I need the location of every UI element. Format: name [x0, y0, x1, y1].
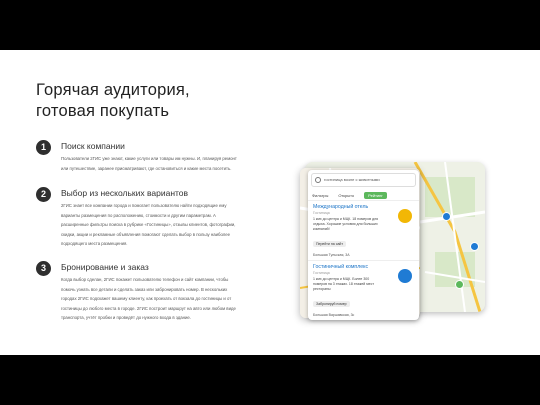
- item-address: Большая Варшавская, 3с: [313, 313, 355, 317]
- tab-rating[interactable]: Рейтинг: [364, 191, 387, 199]
- item-description: 1 кмх до центра и МЦК. 18 номеров для от…: [313, 217, 379, 231]
- map-pin-icon[interactable]: [442, 212, 451, 221]
- title-line-2: готовая покупать: [36, 102, 170, 120]
- step-text: Когда выбор сделан, 2ГИС покажет пользов…: [61, 277, 236, 321]
- book-room-button[interactable]: Забронируй номер: [313, 301, 350, 307]
- search-icon: [315, 177, 321, 183]
- list-item[interactable]: Гостиничный комплекс Гостиница 1 кмх до …: [308, 260, 419, 320]
- step-number-badge: 3: [36, 261, 51, 276]
- step-number-badge: 1: [36, 140, 51, 155]
- map-pin-icon[interactable]: [470, 242, 479, 251]
- step-text: 2ГИС знает все компании города и помогае…: [61, 203, 236, 247]
- step-title: Поиск компании: [61, 141, 125, 151]
- page-title: Горячая аудитория, готовая покупать: [36, 80, 190, 122]
- tab-filters[interactable]: Фильтры: [312, 193, 328, 198]
- tab-open[interactable]: Открыто: [338, 193, 354, 198]
- step-title: Выбор из нескольких вариантов: [61, 188, 189, 198]
- step-text: Пользователи 2ГИС уже знают, какие услуг…: [61, 156, 237, 171]
- item-address: Большая Тульская, 3А: [313, 253, 350, 257]
- item-description: 1 кмх до центра и МЦК. Более 300 номеров…: [313, 277, 374, 291]
- hotel-icon: [398, 269, 412, 283]
- hotel-icon: [398, 209, 412, 223]
- filter-tabs: Фильтры Открыто Рейтинг: [308, 190, 419, 200]
- search-text: гостиница возле с животными: [324, 177, 380, 182]
- map-pin-icon[interactable]: [455, 280, 464, 289]
- step-title: Бронирование и заказ: [61, 262, 149, 272]
- search-input[interactable]: гостиница возле с животными: [311, 173, 416, 187]
- step-number-badge: 2: [36, 187, 51, 202]
- item-name[interactable]: Гостиничный комплекс: [313, 264, 414, 270]
- slide: Горячая аудитория, готовая покупать 1 По…: [0, 50, 540, 355]
- title-line-1: Горячая аудитория,: [36, 81, 190, 99]
- visit-site-button[interactable]: Перейти на сайт: [313, 241, 346, 247]
- search-results-card: гостиница возле с животными Фильтры Откр…: [308, 170, 419, 320]
- list-item[interactable]: Международный отель Гостиница 1 кмх до ц…: [308, 200, 419, 260]
- item-name[interactable]: Международный отель: [313, 204, 414, 210]
